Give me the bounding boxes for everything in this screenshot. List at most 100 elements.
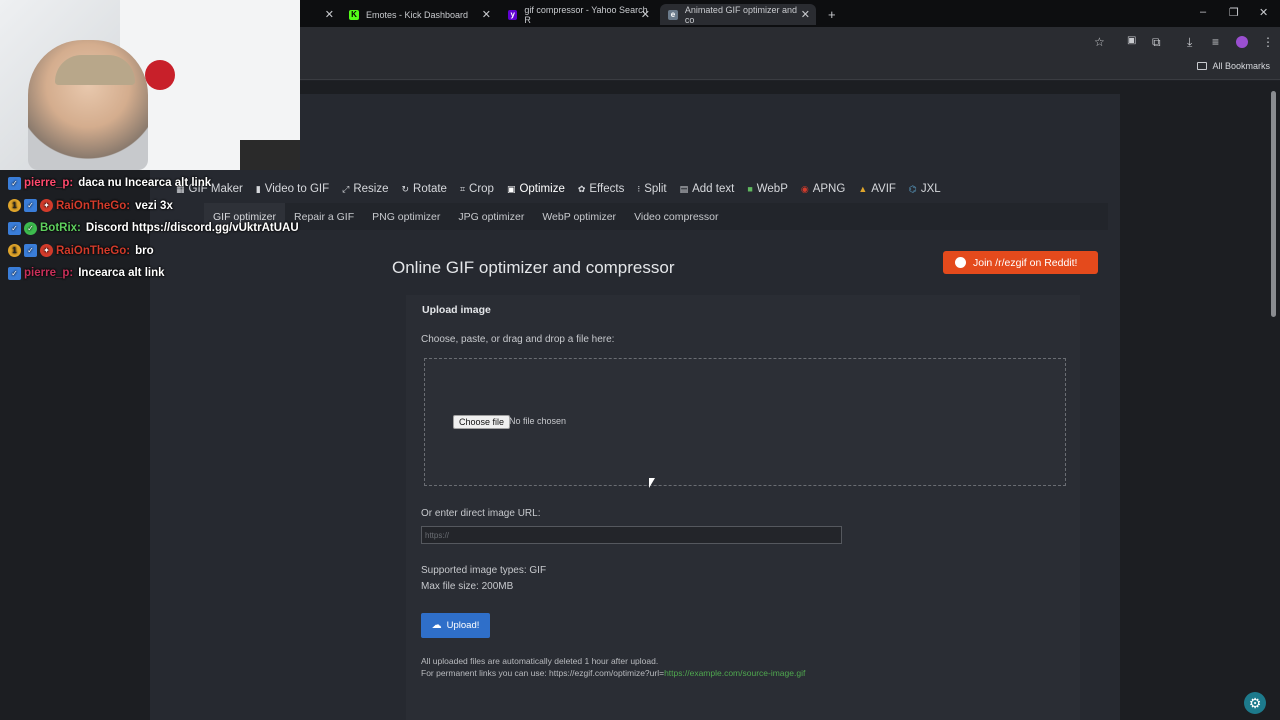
nav-label: WebP — [756, 183, 788, 195]
chat-username: RaiOnTheGo: — [56, 244, 131, 257]
tab-title: gif compressor - Yahoo Search R — [524, 4, 648, 25]
minimize-icon[interactable]: – — [1200, 6, 1206, 18]
settings-gear-icon[interactable]: ⚙ — [1244, 692, 1266, 714]
cloud-upload-icon: ☁ — [431, 620, 442, 631]
webcam-hair — [55, 55, 135, 85]
nav-optimize[interactable]: ▣ Optimize — [507, 183, 565, 195]
tab-title: Emotes - Kick Dashboard — [366, 9, 469, 20]
chat-username: pierre_p: — [24, 267, 74, 280]
scrollbar[interactable] — [1268, 81, 1280, 720]
nav-effects[interactable]: ✿ Effects — [578, 183, 625, 195]
verified-badge-icon: ✓ — [24, 244, 37, 258]
menu-icon[interactable]: ⋮ — [1262, 35, 1274, 49]
maximize-icon[interactable]: ❐ — [1229, 6, 1239, 19]
new-tab-icon: + — [828, 7, 836, 22]
delete-note: All uploaded files are automatically del… — [421, 656, 659, 666]
choose-file-button[interactable]: Choose file — [453, 415, 511, 429]
nav-add-text[interactable]: ▤ Add text — [680, 183, 735, 195]
nav-label: Rotate — [413, 183, 447, 195]
star-icon[interactable]: ☆ — [1094, 35, 1105, 49]
kick-icon: K — [349, 9, 359, 20]
nav-label: APNG — [812, 183, 846, 195]
url-input[interactable] — [421, 526, 842, 544]
webcam-red-hat — [145, 60, 175, 90]
all-bookmarks[interactable]: All Bookmarks — [1197, 61, 1270, 71]
nav-label: Resize — [353, 183, 389, 195]
nav-label: Split — [644, 183, 667, 195]
permanent-link-prefix: For permanent links you can use: https:/… — [421, 668, 665, 678]
close-tab-icon[interactable]: ✕ — [325, 8, 334, 21]
media-icon[interactable]: ≡ — [1212, 35, 1219, 49]
chat-text: Incearca alt link — [78, 267, 165, 280]
page-title: Online GIF optimizer and compressor — [392, 258, 675, 277]
choose-label: Choose, paste, or drag and drop a file h… — [421, 334, 615, 345]
close-tab-icon[interactable]: ✕ — [801, 8, 810, 21]
subnav-png-optimizer[interactable]: PNG optimizer — [363, 203, 449, 230]
verified-badge-icon: ✓ — [8, 176, 21, 190]
nav-label: Add text — [692, 183, 735, 195]
subnav-video-compressor[interactable]: Video compressor — [625, 203, 727, 230]
new-tab-button[interactable]: + — [820, 4, 840, 25]
url-label: Or enter direct image URL: — [421, 508, 541, 519]
reddit-button-label: Join /r/ezgif on Reddit! — [973, 256, 1078, 269]
puzzle-icon[interactable]: ⧉ — [1152, 35, 1161, 50]
avif-icon: ▲ — [858, 184, 868, 194]
tab-ezgif[interactable]: e Animated GIF optimizer and co ✕ — [660, 4, 816, 25]
no-file-label: No file chosen — [509, 416, 567, 426]
scrollbar-thumb[interactable] — [1271, 91, 1276, 317]
jxl-icon: ⌬ — [908, 183, 917, 194]
chat-text: daca nu Incearca alt link — [78, 177, 212, 190]
effects-icon: ✿ — [577, 183, 586, 194]
nav-apng[interactable]: ◉ APNG — [801, 183, 845, 195]
nav-webp[interactable]: ■ WebP — [747, 183, 788, 195]
nav-jxl[interactable]: ⌬ JXL — [909, 183, 941, 195]
ezgif-icon: e — [668, 9, 678, 20]
nav-label: Crop — [469, 183, 494, 195]
nav-resize[interactable]: ⤢ Resize — [342, 183, 388, 195]
crop-icon: ⌗ — [459, 183, 466, 194]
nav-crop[interactable]: ⌗ Crop — [460, 183, 494, 195]
split-icon: ⁝ — [637, 183, 641, 194]
reddit-button[interactable]: Join /r/ezgif on Reddit! — [943, 251, 1098, 274]
sub-badge-icon: ✦ — [40, 199, 53, 213]
nav-split[interactable]: ⁝ Split — [637, 183, 666, 195]
tab-kick[interactable]: K Emotes - Kick Dashboard ✕ — [341, 4, 497, 25]
chat-message: ✓ pierre_p: Incearca alt link — [8, 262, 318, 285]
nav-avif[interactable]: ▲ AVIF — [858, 183, 896, 195]
tab-title: Animated GIF optimizer and co — [684, 4, 797, 25]
subnav-webp-optimizer[interactable]: WebP optimizer — [533, 203, 625, 230]
folder-icon — [1197, 62, 1208, 70]
verified-badge-icon: ✓ — [24, 199, 37, 213]
sub-badge-icon: ✦ — [40, 244, 53, 258]
close-tab-icon[interactable]: ✕ — [641, 8, 650, 21]
sub-nav: GIF optimizer Repair a GIF PNG optimizer… — [204, 203, 1108, 230]
chat-overlay: ✓ pierre_p: daca nu Incearca alt link 1 … — [8, 172, 318, 285]
webcam-overlay — [0, 0, 300, 170]
supported-types: Supported image types: GIF — [421, 565, 547, 576]
webcam-shadow — [240, 140, 300, 170]
upload-button[interactable]: ☁ Upload! — [421, 613, 490, 638]
mouse-cursor-icon — [649, 478, 655, 488]
chat-text: bro — [135, 244, 154, 257]
chat-message: ✓ ✓ BotRix: Discord https://discord.gg/v… — [8, 217, 318, 240]
subnav-jpg-optimizer[interactable]: JPG optimizer — [449, 203, 533, 230]
download-icon[interactable]: ⤓ — [1187, 35, 1192, 50]
nav-rotate[interactable]: ↻ Rotate — [402, 183, 447, 195]
add-text-icon: ▤ — [679, 183, 689, 194]
tab-yahoo[interactable]: y gif compressor - Yahoo Search R ✕ — [500, 4, 656, 25]
close-tab-icon[interactable]: ✕ — [482, 8, 491, 21]
upload-button-label: Upload! — [446, 620, 480, 631]
chat-username: pierre_p: — [24, 177, 74, 190]
extension-icon[interactable]: ▣ — [1127, 35, 1136, 46]
yahoo-icon: y — [508, 9, 518, 20]
chat-text: vezi 3x — [135, 199, 173, 212]
webp-icon: ■ — [747, 184, 753, 194]
nav-label: AVIF — [871, 183, 896, 195]
permanent-link-example[interactable]: https://example.com/source-image.gif — [664, 668, 805, 678]
verified-badge-icon: ✓ — [8, 221, 21, 235]
close-window-icon[interactable]: ✕ — [1259, 6, 1268, 19]
chat-username: BotRix: — [40, 222, 81, 235]
tab-partial[interactable]: ✕ — [310, 4, 340, 25]
permanent-link-note: For permanent links you can use: https:/… — [421, 668, 805, 678]
profile-icon[interactable] — [1236, 36, 1248, 48]
